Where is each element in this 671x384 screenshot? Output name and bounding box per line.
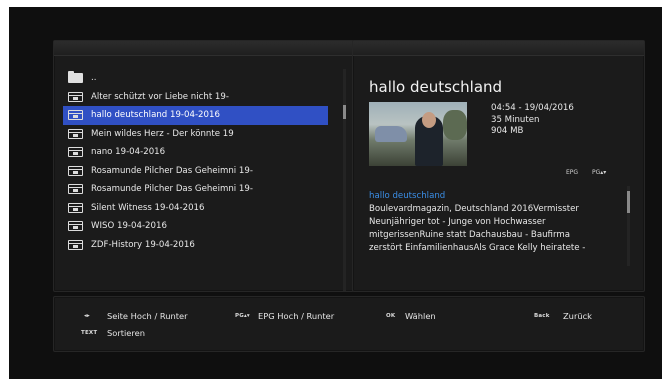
ok-key-icon: OK (386, 313, 396, 319)
list-scrollbar-thumb[interactable] (343, 105, 346, 119)
recording-icon (68, 165, 83, 176)
recording-duration: 35 Minuten (491, 114, 540, 125)
pg-key-icon: PG▴▾ (235, 313, 250, 319)
back-hint: Zurück (563, 311, 592, 321)
button-help-bar: ◂▸ Seite Hoch / Runter PG▴▾ EPG Hoch / R… (53, 296, 645, 352)
left-right-key-icon: ◂▸ (84, 313, 90, 319)
recording-icon (68, 184, 83, 194)
recording-icon (68, 128, 83, 139)
epg-up-down-hint: EPG Hoch / Runter (258, 311, 335, 321)
text-key-icon: TEXT (81, 330, 98, 336)
list-item-selected[interactable]: hallo deutschland 19-04-2016 (63, 106, 328, 125)
list-item-label: WISO 19-04-2016 (91, 221, 167, 231)
recording-icon (68, 147, 83, 157)
recording-time: 04:54 - 19/04/2016 (491, 103, 574, 113)
recording-thumbnail (369, 102, 467, 166)
description-line: Neunjähriger tot - Junge von Hochwasser (369, 217, 546, 227)
list-scrollbar[interactable] (343, 69, 346, 291)
list-item-label: Rosamunde Pilcher Das Geheimni 19- (91, 165, 253, 176)
back-key-icon: Back (534, 313, 550, 319)
description-scrollbar-thumb[interactable] (627, 191, 630, 213)
list-item[interactable]: nano 19-04-2016 (63, 143, 328, 162)
thumbnail-head (422, 112, 436, 128)
list-item[interactable]: Rosamunde Pilcher Das Geheimni 19- (63, 180, 328, 199)
list-item[interactable]: Rosamunde Pilcher Das Geheimni 19- (63, 162, 328, 181)
list-item-label: Mein wildes Herz - Der könnte 19 (91, 128, 234, 139)
list-item-parent-folder[interactable]: .. (63, 69, 328, 88)
list-item-label: hallo deutschland 19-04-2016 (91, 110, 220, 120)
list-item-label: .. (91, 73, 97, 83)
pg-badge: PG▴▾ (591, 169, 607, 176)
thumbnail-tree (443, 110, 467, 140)
tv-screen: .. Alter schützt vor Liebe nicht 19- hal… (9, 7, 662, 379)
recording-detail-panel: hallo deutschland 04:54 - 19/04/2016 35 … (352, 40, 645, 292)
description-line: mitgerissenRuine statt Dachausbau - Bauf… (369, 230, 570, 240)
list-item[interactable]: Silent Witness 19-04-2016 (63, 199, 328, 218)
sort-hint: Sortieren (107, 328, 146, 338)
detail-panel-header (353, 41, 644, 56)
list-item-label: ZDF-History 19-04-2016 (91, 239, 195, 250)
list-panel-header (54, 41, 353, 56)
list-item[interactable]: ZDF-History 19-04-2016 (63, 236, 328, 255)
epg-badge: EPG (566, 169, 579, 176)
recording-icon (68, 202, 83, 213)
list-item[interactable]: Alter schützt vor Liebe nicht 19- (63, 88, 328, 107)
recording-icon (68, 91, 83, 102)
list-item[interactable]: Mein wildes Herz - Der könnte 19 (63, 125, 328, 144)
thumbnail-car (375, 126, 407, 142)
list-item[interactable]: WISO 19-04-2016 (63, 217, 328, 236)
recording-icon (68, 239, 83, 250)
recording-description: hallo deutschland Boulevardmagazin, Deut… (369, 190, 614, 255)
detail-title: hallo deutschland (369, 78, 503, 96)
recording-icon (68, 221, 83, 231)
detail-badges: EPG PG▴▾ (566, 169, 618, 176)
folder-icon (68, 71, 83, 83)
description-line: zerstört EinfamilienhausAls Grace Kelly … (369, 243, 586, 253)
description-scrollbar[interactable] (627, 186, 630, 266)
recording-meta: 04:54 - 19/04/2016 35 Minuten 904 MB (491, 103, 574, 138)
description-line: Boulevardmagazin, Deutschland 2016Vermis… (369, 204, 579, 214)
recording-size: 904 MB (491, 126, 524, 136)
recording-icon (68, 110, 83, 120)
list-item-label: Alter schützt vor Liebe nicht 19- (91, 91, 229, 102)
list-item-label: Silent Witness 19-04-2016 (91, 202, 205, 213)
select-hint: Wählen (405, 311, 436, 321)
description-heading: hallo deutschland (369, 191, 446, 201)
list-item-label: nano 19-04-2016 (91, 147, 166, 157)
recordings-list: .. Alter schützt vor Liebe nicht 19- hal… (63, 69, 328, 254)
page-up-down-hint: Seite Hoch / Runter (107, 311, 188, 321)
list-item-label: Rosamunde Pilcher Das Geheimni 19- (91, 184, 253, 194)
recordings-list-panel: .. Alter schützt vor Liebe nicht 19- hal… (53, 40, 354, 292)
